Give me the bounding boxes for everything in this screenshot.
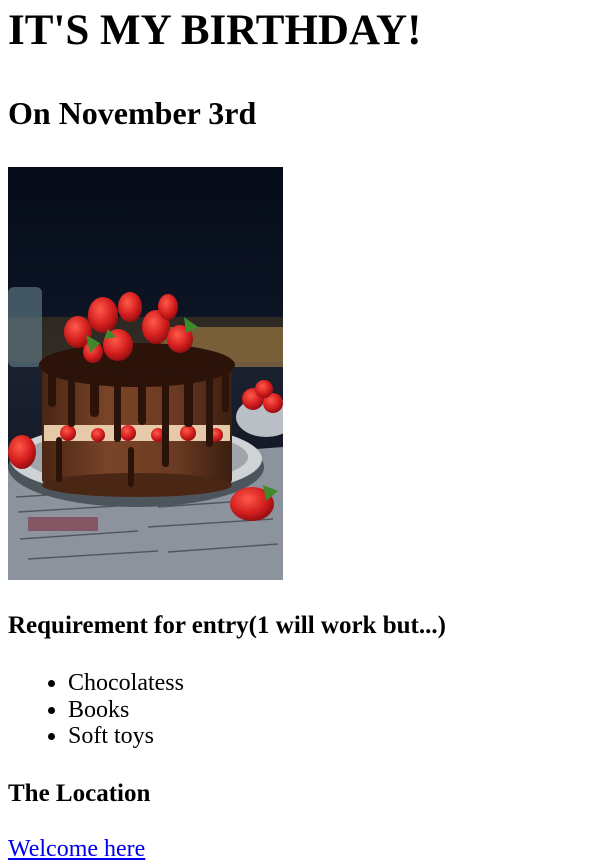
page-subtitle: On November 3rd — [8, 95, 257, 131]
requirements-list: Chocolatess Books Soft toys — [8, 670, 590, 750]
cake-image — [8, 167, 283, 580]
list-item: Chocolatess — [68, 670, 590, 697]
location-link[interactable]: Welcome here — [8, 836, 145, 862]
list-item: Books — [68, 697, 590, 724]
page-title: IT'S MY BIRTHDAY! — [8, 7, 422, 54]
requirements-heading: Requirement for entry(1 will work but...… — [8, 612, 446, 639]
list-item: Soft toys — [68, 723, 590, 750]
location-heading: The Location — [8, 779, 151, 807]
page-content: IT'S MY BIRTHDAY! On November 3rd Requir… — [0, 5, 598, 862]
